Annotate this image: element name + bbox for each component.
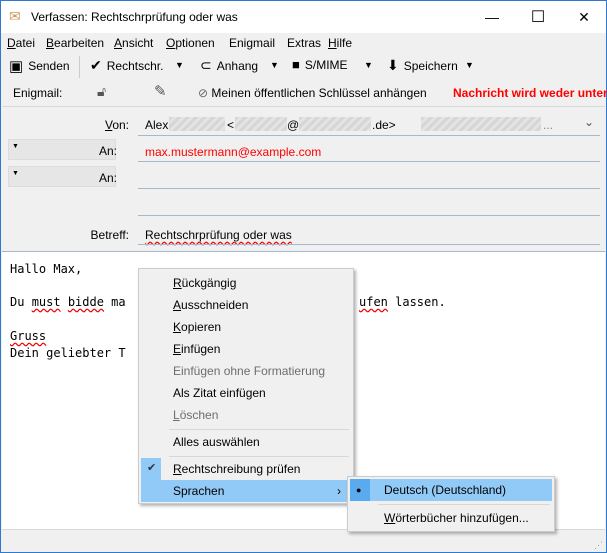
menu-item-paste-quote[interactable]: Als Zitat einfügen <box>141 382 351 404</box>
redacted-text <box>299 117 371 131</box>
send-button[interactable]: ▣ Senden <box>9 57 70 75</box>
from-domain: .de> <box>372 118 396 132</box>
redacted-text <box>169 117 225 131</box>
pencil-icon[interactable]: ✎ <box>154 82 167 100</box>
menu-separator <box>169 429 349 430</box>
menu-item-paste[interactable]: Einfügen <box>141 338 351 360</box>
recipient-type-select[interactable]: ▼ An: <box>8 166 117 187</box>
menu-item-delete[interactable]: Löschen <box>141 404 351 426</box>
save-label: Speichern <box>403 58 458 73</box>
save-button[interactable]: ⬇ Speichern <box>387 57 458 74</box>
menu-bearbeiten[interactable]: Bearbeiten <box>46 36 104 50</box>
field-underline <box>138 215 600 216</box>
body-line: Du must bidde ma <box>10 295 126 309</box>
from-at: @ <box>287 118 300 132</box>
chevron-down-icon[interactable]: ⌄ <box>584 115 594 129</box>
from-ellipsis: ... <box>543 118 554 132</box>
dropdown-arrow-icon: ▼ <box>12 170 19 177</box>
subject-field[interactable]: Rechtschrprüfung oder was <box>145 228 292 242</box>
redacted-text <box>421 117 541 131</box>
menu-optionen[interactable]: Optionen <box>166 36 215 50</box>
languages-submenu: ● Deutsch (Deutschland) Wörterbücher hin… <box>347 476 555 532</box>
paperclip-icon: ⊂ <box>200 57 212 73</box>
deutsch-label: Deutsch (Deutschland) <box>384 483 507 497</box>
compose-icon: ✉ <box>9 8 21 24</box>
menu-item-undo[interactable]: Rückgängig <box>141 272 351 294</box>
maximize-button[interactable]: ☐ <box>515 1 561 33</box>
to-field-empty[interactable] <box>138 166 598 186</box>
context-menu: Rückgängig Ausschneiden Kopieren Einfüge… <box>138 268 354 504</box>
title-bar: ✉ Verfassen: Rechtschrprüfung oder was —… <box>1 1 606 33</box>
smime-label: S/MIME <box>304 57 348 72</box>
status-bar: ⋰ <box>2 529 605 551</box>
attach-public-key-button[interactable]: ⊘ Meinen öffentlichen Schlüssel anhängen <box>198 86 427 100</box>
body-line: Dein geliebter T <box>10 346 126 360</box>
unlock-icon[interactable]: 🔓︎ <box>97 83 106 100</box>
recipient-type-select[interactable]: ▼ An: <box>8 139 117 160</box>
attach-key-label: Meinen öffentlichen Schlüssel anhängen <box>211 86 427 100</box>
lock-icon: ■ <box>292 57 300 72</box>
redacted-text <box>235 117 287 131</box>
subject-value: Rechtschrprüfung oder was <box>145 228 292 242</box>
attach-button[interactable]: ⊂ Anhang <box>200 57 258 74</box>
spellcheck-dropdown-icon[interactable]: ▼ <box>175 60 184 70</box>
to-label: An: <box>98 171 117 185</box>
from-bracket: < <box>227 118 235 132</box>
minimize-button[interactable]: — <box>469 1 515 33</box>
toolbar-separator <box>79 56 80 78</box>
menu-item-spellcheck[interactable]: Rechtschreibung prüfen <box>141 458 351 480</box>
from-name: Alex <box>145 118 169 132</box>
field-underline <box>138 161 600 162</box>
enigmail-label: Enigmail: <box>13 86 63 100</box>
smime-button[interactable]: ■ S/MIME <box>292 57 348 72</box>
close-button[interactable]: ✕ <box>561 1 607 33</box>
to-label: An: <box>98 144 117 158</box>
menu-datei[interactable]: Datei <box>7 36 35 50</box>
languages-label: Sprachen <box>173 484 225 498</box>
subject-label: Betreff: <box>90 228 129 242</box>
smime-dropdown-icon[interactable]: ▼ <box>364 60 373 70</box>
from-label: Von: <box>104 118 129 132</box>
attach-dropdown-icon[interactable]: ▼ <box>270 60 279 70</box>
body-line: Gruss <box>10 329 47 343</box>
menu-separator <box>169 456 349 457</box>
checkmark-icon: ✔ <box>90 57 102 73</box>
menu-hilfe[interactable]: Hilfe <box>328 36 352 50</box>
resize-grip-icon[interactable]: ⋰ <box>594 540 603 551</box>
menu-ansicht[interactable]: Ansicht <box>114 36 153 50</box>
menu-item-select-all[interactable]: Alles auswählen <box>141 431 351 453</box>
menu-item-copy[interactable]: Kopieren <box>141 316 351 338</box>
body-line: Hallo Max, <box>10 262 83 276</box>
menu-item-deutsch[interactable]: ● Deutsch (Deutschland) <box>350 479 552 501</box>
menu-item-paste-plain[interactable]: Einfügen ohne Formatierung <box>141 360 351 382</box>
menu-separator <box>378 504 550 505</box>
divider <box>2 106 605 107</box>
menu-item-add-dictionaries[interactable]: Wörterbücher hinzufügen... <box>350 507 552 529</box>
spellcheck-label: Rechtschr. <box>106 58 164 73</box>
paperclip-icon: ⊘ <box>198 86 209 100</box>
to-field[interactable]: max.mustermann@example.com <box>145 145 321 159</box>
spellcheck-button[interactable]: ✔ Rechtschr. <box>90 57 163 74</box>
field-underline <box>138 244 600 245</box>
menu-enigmail[interactable]: Enigmail <box>229 36 275 50</box>
chevron-right-icon: › <box>337 484 341 498</box>
radio-bullet-icon: ● <box>356 485 362 495</box>
menu-item-cut[interactable]: Ausschneiden <box>141 294 351 316</box>
window-title: Verfassen: Rechtschrprüfung oder was <box>31 10 238 24</box>
dropdown-arrow-icon: ▼ <box>12 143 19 150</box>
menu-item-languages[interactable]: Sprachen › <box>141 480 351 502</box>
encryption-status: Nachricht wird weder unter <box>453 86 607 100</box>
send-icon: ▣ <box>9 58 24 75</box>
attach-label: Anhang <box>216 58 259 73</box>
field-underline <box>138 135 600 136</box>
menu-extras[interactable]: Extras <box>287 36 321 50</box>
body-line: ufen lassen. <box>359 295 446 309</box>
save-dropdown-icon[interactable]: ▼ <box>465 60 474 70</box>
field-underline <box>138 188 600 189</box>
recipient-field-empty[interactable] <box>138 193 598 213</box>
send-label: Senden <box>28 59 70 73</box>
download-arrow-icon: ⬇ <box>387 57 399 73</box>
